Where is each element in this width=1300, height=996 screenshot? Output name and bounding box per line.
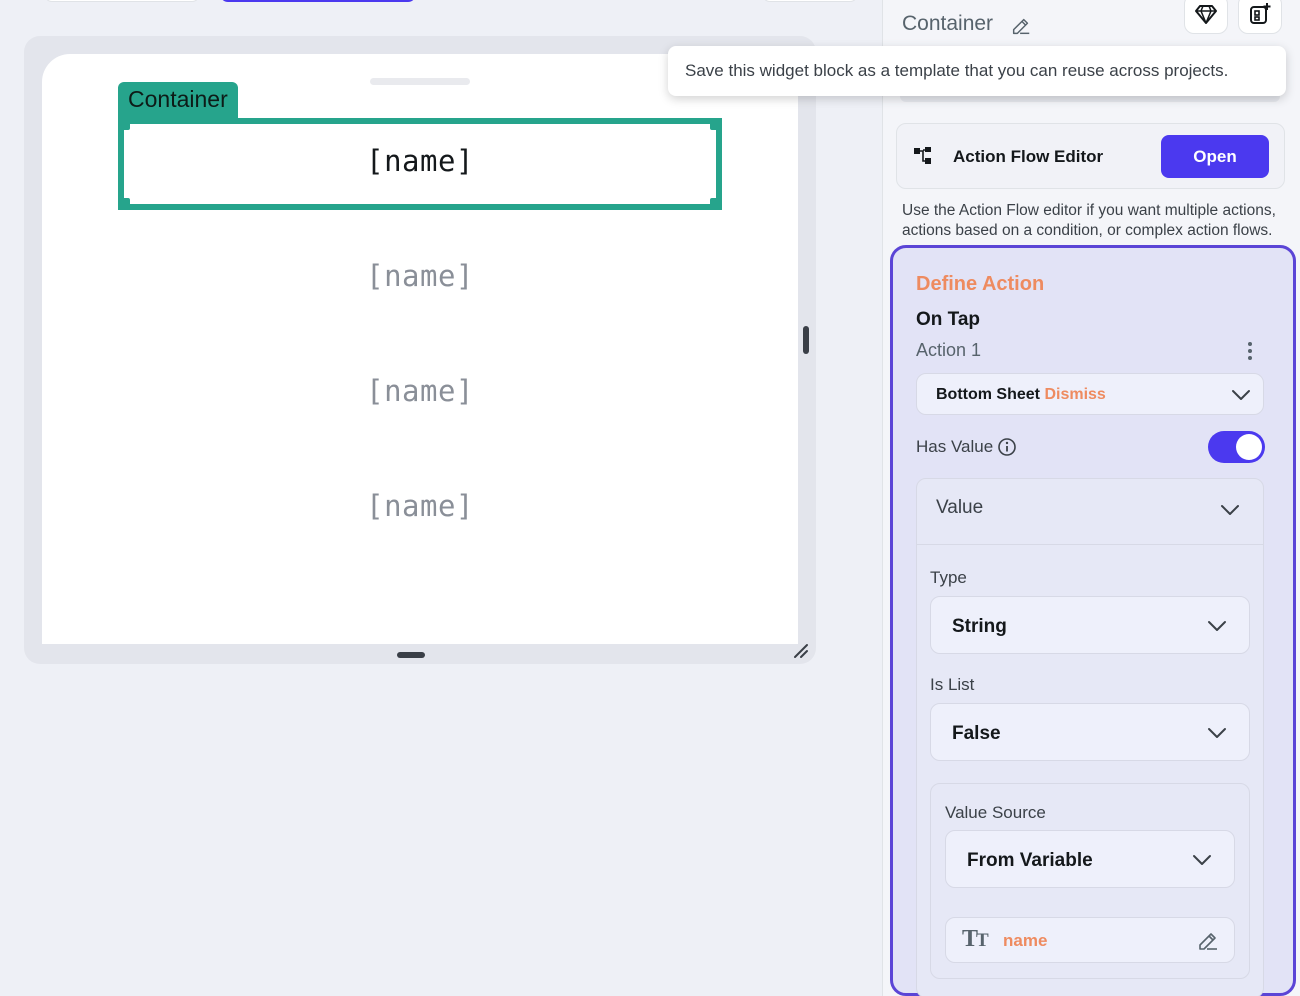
panel-title: Container xyxy=(902,12,994,35)
resize-corner[interactable] xyxy=(710,118,722,130)
resize-icon[interactable] xyxy=(792,642,810,660)
diamond-icon xyxy=(1195,5,1217,24)
action-flow-description: Use the Action Flow editor if you want m… xyxy=(902,202,1276,239)
chevron-down-icon xyxy=(1208,728,1226,738)
action-type-value: Bottom Sheet xyxy=(936,386,1040,403)
more-vert-icon[interactable] xyxy=(1240,340,1260,362)
info-icon[interactable] xyxy=(997,437,1017,457)
type-select[interactable]: String xyxy=(930,596,1250,654)
action-flow-editor-card: Action Flow Editor Open xyxy=(896,123,1285,189)
selected-container-outline[interactable] xyxy=(118,118,722,210)
top-tab-right[interactable] xyxy=(762,0,858,2)
text-type-icon: TT xyxy=(962,926,989,952)
pencil-icon[interactable] xyxy=(1010,15,1032,37)
action-flow-icon xyxy=(914,147,931,164)
divider xyxy=(917,544,1263,545)
type-value: String xyxy=(952,616,1007,637)
save-template-tooltip: Save this widget block as a template tha… xyxy=(668,46,1286,96)
list-item[interactable]: [name] xyxy=(42,259,798,293)
value-source-select[interactable]: From Variable xyxy=(945,830,1235,888)
action-label: Action 1 xyxy=(916,340,982,360)
resize-corner[interactable] xyxy=(118,198,130,210)
top-tab-left[interactable] xyxy=(44,0,200,2)
chevron-down-icon xyxy=(1208,621,1226,631)
define-action-title: Define Action xyxy=(916,273,1045,295)
has-value-label: Has Value xyxy=(916,437,994,456)
is-list-select[interactable]: False xyxy=(930,703,1250,761)
chevron-down-icon xyxy=(1193,855,1211,865)
panel-tabs-strip xyxy=(900,96,1280,102)
trigger-label: On Tap xyxy=(916,309,981,330)
top-tab-active[interactable] xyxy=(220,0,416,2)
is-list-label: Is List xyxy=(930,675,975,694)
value-source-label: Value Source xyxy=(945,803,1046,822)
list-item[interactable]: [name] xyxy=(42,489,798,523)
has-value-toggle[interactable] xyxy=(1208,431,1265,463)
action-type-select[interactable]: Bottom Sheet Dismiss xyxy=(916,373,1264,415)
toggle-knob xyxy=(1236,434,1262,460)
variable-row[interactable]: TT name xyxy=(945,917,1235,963)
is-list-value: False xyxy=(952,723,1001,744)
pencil-icon[interactable] xyxy=(1196,929,1220,953)
add-template-icon xyxy=(1250,3,1271,24)
selected-widget-tag: Container xyxy=(118,82,238,122)
chevron-down-icon xyxy=(1232,390,1250,400)
resize-corner[interactable] xyxy=(118,118,130,130)
value-source-value: From Variable xyxy=(967,850,1093,871)
action-subtype-value: Dismiss xyxy=(1044,386,1106,403)
bottom-sheet-drag-handle[interactable] xyxy=(370,78,470,85)
diamond-button[interactable] xyxy=(1184,0,1228,34)
canvas-height-handle[interactable] xyxy=(397,652,425,658)
canvas-scroll-handle[interactable] xyxy=(803,326,809,354)
type-label: Type xyxy=(930,568,967,587)
variable-name: name xyxy=(1003,931,1048,950)
list-item[interactable]: [name] xyxy=(42,374,798,408)
chevron-down-icon[interactable] xyxy=(1219,503,1241,517)
open-action-flow-button[interactable]: Open xyxy=(1161,135,1269,178)
save-template-button[interactable] xyxy=(1238,0,1282,34)
action-flow-editor-label: Action Flow Editor xyxy=(953,147,1104,166)
resize-corner[interactable] xyxy=(710,198,722,210)
value-section-header[interactable]: Value xyxy=(936,497,983,519)
